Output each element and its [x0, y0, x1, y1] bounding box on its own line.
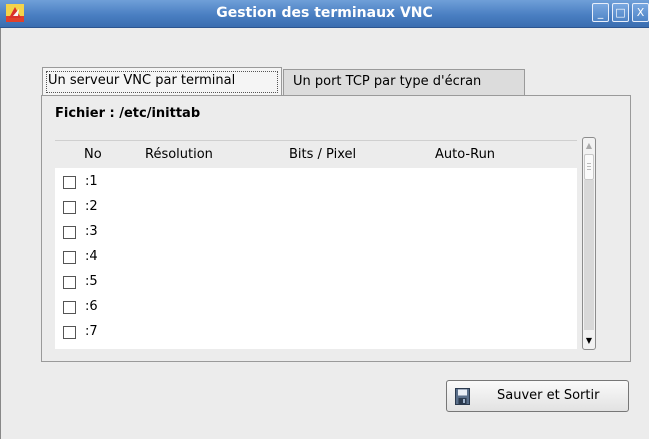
file-label: Fichier : /etc/inittab: [55, 106, 201, 121]
tab-label: Un serveur VNC par terminal: [48, 73, 236, 88]
table-row[interactable]: :7: [55, 320, 577, 345]
table-row[interactable]: :5: [55, 270, 577, 295]
minimize-button[interactable]: _: [592, 3, 609, 22]
window-controls: _ □ X: [592, 3, 649, 22]
column-header-auto-run[interactable]: Auto-Run: [435, 147, 495, 162]
table-row[interactable]: :1: [55, 170, 577, 195]
row-number: :3: [85, 224, 98, 239]
save-button-label: Sauver et Sortir: [497, 388, 600, 403]
table-row[interactable]: :2: [55, 195, 577, 220]
tab-tcp-port-per-screen[interactable]: Un port TCP par type d'écran: [283, 69, 525, 97]
floppy-disk-icon: [455, 388, 470, 405]
scroll-down-arrow-icon[interactable]: ▼: [584, 334, 594, 348]
column-header-no[interactable]: No: [84, 147, 102, 162]
row-number: :4: [85, 249, 98, 264]
column-header-bits-per-pixel[interactable]: Bits / Pixel: [289, 147, 356, 162]
scrollbar-thumb[interactable]: [584, 154, 594, 180]
row-checkbox[interactable]: [63, 251, 76, 264]
row-number: :2: [85, 199, 98, 214]
row-number: :5: [85, 274, 98, 289]
window-title: Gestion des terminaux VNC: [216, 5, 433, 21]
close-button[interactable]: X: [632, 3, 649, 22]
row-number: :6: [85, 299, 98, 314]
column-header-resolution[interactable]: Résolution: [145, 147, 213, 162]
row-number: :1: [85, 174, 98, 189]
row-checkbox[interactable]: [63, 201, 76, 214]
row-checkbox[interactable]: [63, 176, 76, 189]
row-checkbox[interactable]: [63, 226, 76, 239]
terminal-table: No Résolution Bits / Pixel Auto-Run :1 :…: [55, 140, 577, 349]
save-and-exit-button[interactable]: Sauver et Sortir: [446, 380, 629, 412]
scroll-up-arrow-icon[interactable]: ▲: [584, 139, 594, 153]
table-row[interactable]: :6: [55, 295, 577, 320]
maximize-button[interactable]: □: [612, 3, 629, 22]
row-checkbox[interactable]: [63, 276, 76, 289]
row-checkbox[interactable]: [63, 326, 76, 339]
table-row[interactable]: :4: [55, 245, 577, 270]
table-header: No Résolution Bits / Pixel Auto-Run: [55, 141, 577, 168]
tab-vnc-per-terminal[interactable]: Un serveur VNC par terminal: [42, 67, 282, 95]
scrollbar-track[interactable]: [584, 180, 594, 330]
table-scrollbar[interactable]: ▲ ▼: [582, 137, 596, 350]
tab-label: Un port TCP par type d'écran: [293, 74, 482, 89]
table-row[interactable]: :3: [55, 220, 577, 245]
title-bar: Gestion des terminaux VNC _ □ X: [0, 0, 649, 28]
row-checkbox[interactable]: [63, 301, 76, 314]
row-number: :7: [85, 324, 98, 339]
